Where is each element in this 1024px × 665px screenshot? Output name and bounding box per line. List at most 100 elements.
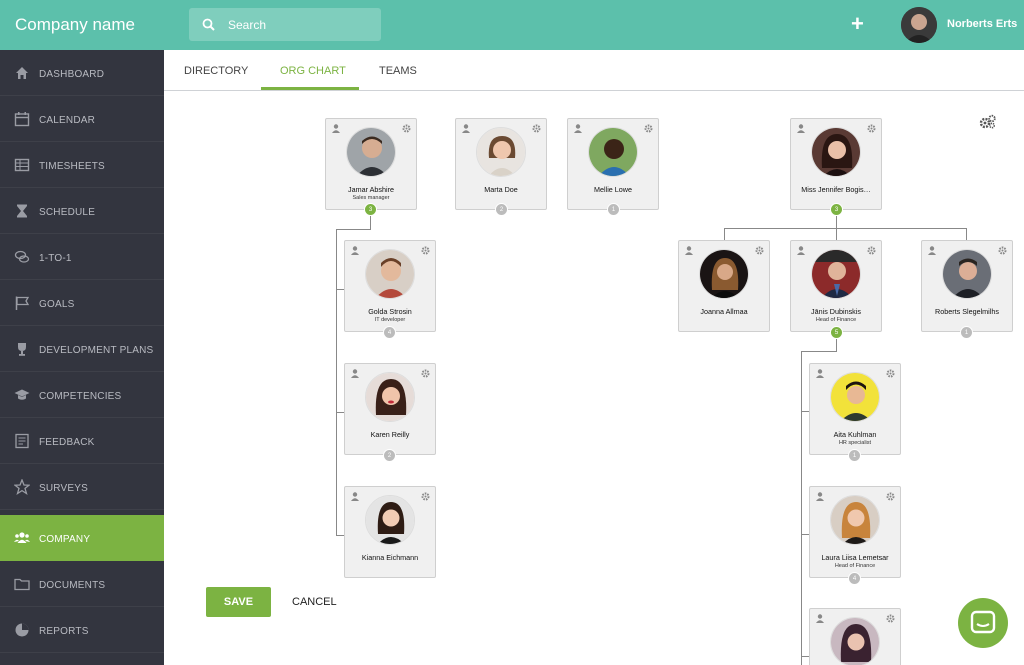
org-card[interactable]: Joanna Allmaa	[678, 240, 770, 332]
gear-icon[interactable]	[421, 246, 430, 255]
gear-icon[interactable]	[421, 369, 430, 378]
org-card[interactable]: Jānis Dubinskis Head of Finance	[790, 240, 882, 332]
sidebar-item-documents[interactable]: DOCUMENTS	[0, 561, 164, 607]
sidebar-item-timesheets[interactable]: TIMESHEETS	[0, 142, 164, 188]
avatar	[811, 249, 861, 299]
org-card[interactable]: Marta Doe	[455, 118, 547, 210]
org-card[interactable]: Jamar Abshire Sales manager	[325, 118, 417, 210]
employee-role: HR specialist	[838, 440, 872, 446]
org-card[interactable]: Aita Kuhlman HR specialist	[809, 363, 901, 455]
reports-count-badge[interactable]: 4	[383, 326, 396, 339]
person-icon[interactable]	[351, 369, 359, 378]
person-icon[interactable]	[332, 124, 340, 133]
org-card[interactable]: Roberts Slegelmilhs	[921, 240, 1013, 332]
person-icon[interactable]	[816, 369, 824, 378]
sidebar-item-competencies[interactable]: COMPETENCIES	[0, 372, 164, 418]
employee-name: Miss Jennifer Bogis…	[801, 185, 871, 194]
connector-line	[801, 351, 837, 352]
person-icon[interactable]	[816, 492, 824, 501]
reports-count-badge[interactable]: 3	[830, 203, 843, 216]
sidebar-item-label: SCHEDULE	[39, 207, 96, 218]
sidebar-item-label: TIMESHEETS	[39, 161, 105, 172]
sidebar-item-feedback[interactable]: FEEDBACK	[0, 418, 164, 464]
sidebar: DASHBOARD CALENDAR TIMESHEETS SCHEDULE 1…	[0, 50, 164, 665]
avatar	[830, 617, 880, 665]
employee-role: Head of Finance	[815, 317, 857, 323]
reports-count-badge[interactable]: 1	[607, 203, 620, 216]
connector-line	[724, 228, 725, 240]
employee-name: Golda Strosin	[368, 307, 412, 316]
graduation-cap-icon	[14, 389, 30, 400]
person-icon[interactable]	[816, 614, 824, 623]
gear-icon[interactable]	[644, 124, 653, 133]
chart-settings-gear-icon[interactable]	[979, 114, 997, 130]
person-icon[interactable]	[351, 492, 359, 501]
person-icon[interactable]	[797, 246, 805, 255]
folder-icon	[14, 578, 30, 591]
reports-count-badge[interactable]: 1	[960, 326, 973, 339]
gear-icon[interactable]	[998, 246, 1007, 255]
connector-line	[336, 412, 344, 413]
user-avatar[interactable]	[901, 7, 937, 43]
gear-icon[interactable]	[421, 492, 430, 501]
sidebar-item-label: FEEDBACK	[39, 437, 95, 448]
sidebar-item-label: REPORTS	[39, 626, 89, 637]
sidebar-item-reports[interactable]: REPORTS	[0, 607, 164, 653]
connector-line	[336, 289, 344, 290]
reports-count-badge[interactable]: 3	[364, 203, 377, 216]
gear-icon[interactable]	[532, 124, 541, 133]
person-icon[interactable]	[797, 124, 805, 133]
save-button[interactable]: SAVE	[206, 587, 271, 617]
person-icon[interactable]	[685, 246, 693, 255]
org-card[interactable]: Laura Liisa Lemetsar Head of Finance	[809, 486, 901, 578]
reports-count-badge[interactable]: 1	[848, 449, 861, 462]
chat-launcher-button[interactable]	[958, 598, 1008, 648]
tab-teams[interactable]: TEAMS	[379, 65, 417, 77]
org-card[interactable]: Miss Jennifer Bogis…	[790, 118, 882, 210]
sidebar-item-calendar[interactable]: CALENDAR	[0, 96, 164, 142]
person-icon[interactable]	[351, 246, 359, 255]
tab-bar: DIRECTORY ORG CHART TEAMS	[164, 50, 1024, 91]
cancel-button[interactable]: CANCEL	[292, 596, 337, 608]
sidebar-item-schedule[interactable]: SCHEDULE	[0, 188, 164, 234]
gear-icon[interactable]	[886, 614, 895, 623]
gear-icon[interactable]	[402, 124, 411, 133]
sidebar-item-surveys[interactable]: SURVEYS	[0, 464, 164, 510]
user-name[interactable]: Norberts Erts	[947, 18, 1017, 30]
gear-icon[interactable]	[867, 124, 876, 133]
reports-count-badge[interactable]: 2	[383, 449, 396, 462]
org-card[interactable]: Golda Strosin IT developer	[344, 240, 436, 332]
tab-org-chart[interactable]: ORG CHART	[280, 65, 346, 77]
add-button[interactable]: +	[851, 12, 864, 36]
sidebar-item-label: SURVEYS	[39, 483, 89, 494]
connector-line	[801, 656, 809, 657]
reports-count-badge[interactable]: 4	[848, 572, 861, 585]
search-input[interactable]: Search	[189, 8, 381, 41]
company-name[interactable]: Company name	[15, 15, 135, 35]
sidebar-item-development-plans[interactable]: DEVELOPMENT PLANS	[0, 326, 164, 372]
tab-directory[interactable]: DIRECTORY	[184, 65, 248, 77]
gear-icon[interactable]	[755, 246, 764, 255]
org-card[interactable]: Karen Reilly	[344, 363, 436, 455]
person-icon[interactable]	[462, 124, 470, 133]
person-icon[interactable]	[574, 124, 582, 133]
gear-icon[interactable]	[886, 369, 895, 378]
flag-icon	[15, 296, 30, 310]
sidebar-item-1-to-1[interactable]: 1-TO-1	[0, 234, 164, 280]
org-card[interactable]: Mellie Lowe	[567, 118, 659, 210]
avatar	[588, 127, 638, 177]
gear-icon[interactable]	[867, 246, 876, 255]
person-icon[interactable]	[928, 246, 936, 255]
sidebar-item-dashboard[interactable]: DASHBOARD	[0, 50, 164, 96]
org-card[interactable]	[809, 608, 901, 665]
connector-line	[801, 411, 809, 412]
reports-count-badge[interactable]: 5	[830, 326, 843, 339]
gear-icon[interactable]	[886, 492, 895, 501]
org-card[interactable]: Kianna Eichmann	[344, 486, 436, 578]
reports-count-badge[interactable]: 2	[495, 203, 508, 216]
sidebar-item-goals[interactable]: GOALS	[0, 280, 164, 326]
employee-name: Marta Doe	[484, 185, 518, 194]
sidebar-item-company[interactable]: COMPANY	[0, 515, 164, 561]
employee-name: Jamar Abshire	[348, 185, 394, 194]
sidebar-item-label: COMPETENCIES	[39, 391, 122, 402]
